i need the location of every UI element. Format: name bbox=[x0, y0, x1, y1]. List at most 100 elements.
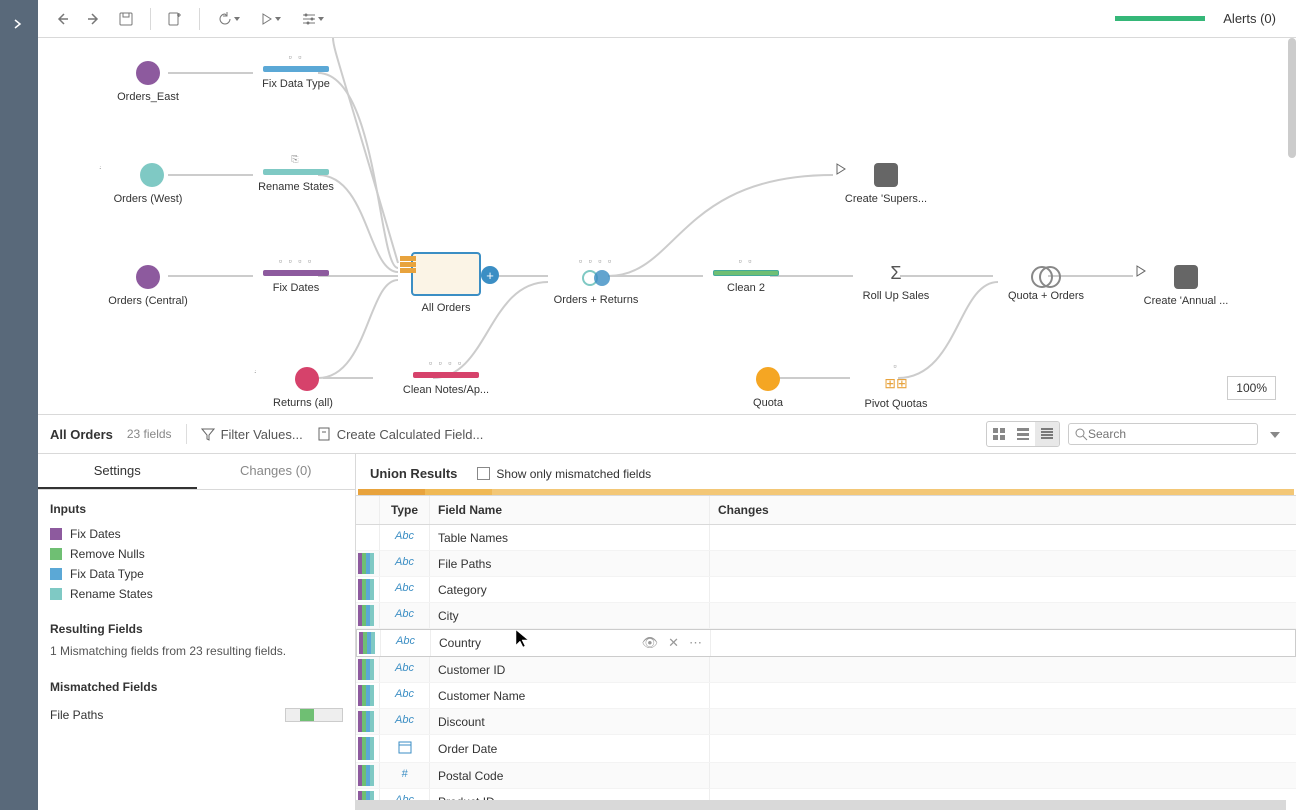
node-fix-dates[interactable]: ▫ ▫ ▫ ▫ Fix Dates bbox=[246, 256, 346, 294]
field-name-cell[interactable]: City bbox=[430, 603, 710, 628]
node-fix-data-type[interactable]: ▫ ▫ Fix Data Type bbox=[246, 52, 346, 90]
node-returns-all[interactable]: ▫ Returns (all) bbox=[253, 367, 353, 409]
node-orders-central[interactable]: Orders (Central) bbox=[98, 265, 198, 307]
node-create-annual[interactable]: Create 'Annual ... bbox=[1136, 265, 1236, 307]
type-cell[interactable]: Abc bbox=[380, 603, 430, 628]
table-row[interactable]: Abc Category bbox=[356, 577, 1296, 603]
type-cell[interactable]: Abc bbox=[380, 577, 430, 602]
node-quota[interactable]: Quota bbox=[718, 367, 818, 409]
source-stripes bbox=[356, 603, 380, 628]
tab-changes[interactable]: Changes (0) bbox=[197, 454, 356, 489]
save-button[interactable] bbox=[112, 5, 140, 33]
expand-rail-button[interactable] bbox=[8, 14, 28, 34]
view-list-button[interactable] bbox=[1035, 422, 1059, 446]
search-box[interactable] bbox=[1068, 423, 1258, 445]
view-grid-button[interactable] bbox=[987, 422, 1011, 446]
changes-cell bbox=[710, 657, 1296, 682]
hide-icon[interactable]: 👁 bbox=[642, 635, 659, 651]
alerts-button[interactable]: Alerts (0) bbox=[1223, 11, 1276, 26]
checkbox-icon bbox=[477, 467, 490, 480]
type-cell[interactable]: Abc bbox=[380, 657, 430, 682]
table-row[interactable]: Abc Country👁✕⋯ bbox=[356, 629, 1296, 657]
field-name-cell[interactable]: Country👁✕⋯ bbox=[431, 630, 711, 656]
back-button[interactable] bbox=[48, 5, 76, 33]
horizontal-scrollbar[interactable] bbox=[356, 800, 1286, 810]
create-calc-field-button[interactable]: Create Calculated Field... bbox=[317, 427, 484, 442]
node-pivot-quotas[interactable]: ▫ ⊞⊞ Pivot Quotas bbox=[846, 361, 946, 410]
type-cell[interactable]: Abc bbox=[381, 630, 431, 656]
input-item[interactable]: Remove Nulls bbox=[50, 544, 343, 564]
node-clean-2[interactable]: ▫ ▫ Clean 2 bbox=[696, 256, 796, 294]
node-orders-west[interactable]: ▫ Orders (West) bbox=[98, 163, 198, 205]
node-roll-up-sales[interactable]: Σ Roll Up Sales bbox=[846, 263, 946, 302]
col-field-name[interactable]: Field Name bbox=[430, 496, 710, 524]
add-connection-button[interactable] bbox=[161, 5, 189, 33]
input-item[interactable]: Fix Data Type bbox=[50, 564, 343, 584]
node-create-supers[interactable]: Create 'Supers... bbox=[836, 163, 936, 205]
table-row[interactable]: Abc City bbox=[356, 603, 1296, 629]
node-quota-orders[interactable]: Quota + Orders bbox=[996, 266, 1096, 302]
play-icon[interactable] bbox=[1136, 265, 1146, 277]
show-mismatched-checkbox[interactable]: Show only mismatched fields bbox=[477, 467, 651, 481]
type-cell[interactable]: Abc bbox=[380, 709, 430, 734]
forward-button[interactable] bbox=[80, 5, 108, 33]
node-label: Create 'Supers... bbox=[836, 193, 936, 205]
table-row[interactable]: Abc Discount bbox=[356, 709, 1296, 735]
node-all-orders[interactable]: All Orders + bbox=[396, 252, 496, 314]
type-cell[interactable]: # bbox=[380, 763, 430, 788]
col-type[interactable]: Type bbox=[380, 496, 430, 524]
view-profile-button[interactable] bbox=[1011, 422, 1035, 446]
panel-menu-button[interactable] bbox=[1266, 423, 1284, 445]
table-row[interactable]: # Postal Code bbox=[356, 763, 1296, 789]
changes-cell bbox=[711, 630, 1295, 656]
field-name-cell[interactable]: Discount bbox=[430, 709, 710, 734]
field-name-cell[interactable]: File Paths bbox=[430, 551, 710, 576]
col-changes[interactable]: Changes bbox=[710, 496, 1296, 524]
play-icon[interactable] bbox=[836, 163, 846, 175]
node-label: Quota + Orders bbox=[996, 290, 1096, 302]
profile-toolbar: All Orders 23 fields Filter Values... Cr… bbox=[38, 414, 1296, 454]
mismatched-heading: Mismatched Fields bbox=[50, 680, 343, 694]
run-dropdown[interactable] bbox=[252, 5, 290, 33]
field-name-cell[interactable]: Order Date bbox=[430, 735, 710, 762]
source-stripes bbox=[356, 709, 380, 734]
tab-settings[interactable]: Settings bbox=[38, 454, 197, 489]
node-rename-states[interactable]: ⎘ Rename States bbox=[246, 154, 346, 193]
table-row[interactable]: Abc Customer Name bbox=[356, 683, 1296, 709]
refresh-dropdown[interactable] bbox=[210, 5, 248, 33]
canvas-scrollbar[interactable] bbox=[1288, 38, 1296, 414]
node-clean-notes[interactable]: ▫ ▫ ▫ ▫ Clean Notes/Ap... bbox=[396, 358, 496, 396]
add-step-button[interactable]: + bbox=[481, 266, 499, 284]
more-icon[interactable]: ⋯ bbox=[689, 635, 702, 651]
type-cell[interactable]: Abc bbox=[380, 551, 430, 576]
calc-icon bbox=[317, 427, 331, 441]
results-panel: Union Results Show only mismatched field… bbox=[356, 454, 1296, 810]
type-cell[interactable]: Abc bbox=[380, 683, 430, 708]
input-item[interactable]: Fix Dates bbox=[50, 524, 343, 544]
table-row[interactable]: Abc Customer ID bbox=[356, 657, 1296, 683]
zoom-level[interactable]: 100% bbox=[1227, 376, 1276, 400]
type-cell[interactable] bbox=[380, 735, 430, 762]
remove-icon[interactable]: ✕ bbox=[668, 635, 679, 651]
field-name-cell[interactable]: Customer Name bbox=[430, 683, 710, 708]
field-name-cell[interactable]: Category bbox=[430, 577, 710, 602]
settings-dropdown[interactable] bbox=[294, 5, 332, 33]
node-orders-east[interactable]: Orders_East bbox=[98, 61, 198, 103]
table-row[interactable]: Abc Table Names bbox=[356, 525, 1296, 551]
step-indicators: ▫ ▫ ▫ ▫ bbox=[396, 358, 496, 368]
field-count: 23 fields bbox=[127, 427, 172, 441]
node-orders-returns[interactable]: ▫ ▫ ▫ ▫ Orders + Returns bbox=[546, 256, 646, 306]
type-cell[interactable]: Abc bbox=[380, 525, 430, 550]
field-name-cell[interactable]: Customer ID bbox=[430, 657, 710, 682]
flow-canvas[interactable]: Orders_East ▫ ▫ Fix Data Type ▫ Orders (… bbox=[38, 38, 1288, 414]
input-item[interactable]: Rename States bbox=[50, 584, 343, 604]
search-input[interactable] bbox=[1088, 427, 1251, 441]
filter-values-button[interactable]: Filter Values... bbox=[201, 427, 303, 442]
color-swatch bbox=[50, 588, 62, 600]
table-row[interactable]: Abc File Paths bbox=[356, 551, 1296, 577]
field-name-cell[interactable]: Table Names bbox=[430, 525, 710, 550]
field-name-cell[interactable]: Postal Code bbox=[430, 763, 710, 788]
table-row[interactable]: Order Date bbox=[356, 735, 1296, 763]
mismatched-field-row[interactable]: File Paths bbox=[50, 702, 343, 728]
filter-icon bbox=[201, 427, 215, 441]
